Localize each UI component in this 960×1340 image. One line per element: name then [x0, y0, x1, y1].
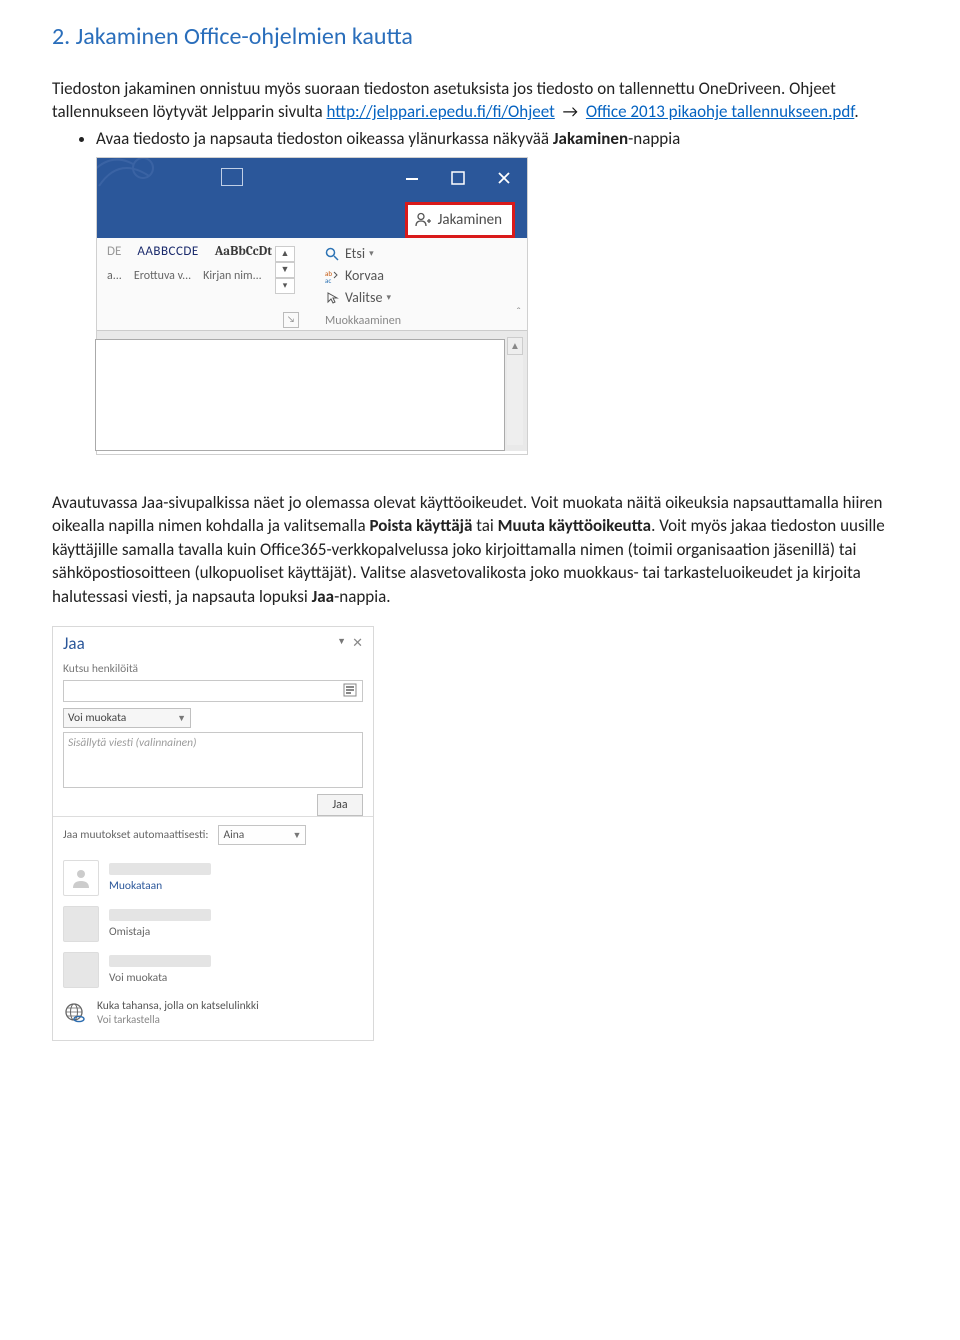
- invite-people-input[interactable]: [63, 680, 363, 702]
- pane-close-icon[interactable]: ✕: [352, 636, 363, 651]
- intro-paragraph: Tiedoston jakaminen onnistuu myös suoraa…: [52, 77, 908, 124]
- page-canvas[interactable]: [95, 339, 505, 451]
- permission-dropdown[interactable]: Voi muokata ▼: [63, 708, 191, 728]
- autoshare-label: Jaa muutokset automaattisesti:: [63, 828, 208, 842]
- message-textarea[interactable]: Sisällytä viesti (valinnainen): [63, 732, 363, 788]
- para2-b1: Poista käyttäjä: [369, 515, 472, 536]
- chevron-down-icon: ▼: [177, 713, 186, 724]
- invite-label: Kutsu henkilöitä: [53, 660, 373, 680]
- style1-preview: AABBCCDE: [137, 244, 198, 259]
- link-line1: Kuka tahansa, jolla on katselulinkki: [97, 999, 259, 1013]
- bullet1-t1: Avaa tiedosto ja napsauta tiedoston oike…: [96, 128, 553, 149]
- para2-t2: tai: [472, 515, 497, 536]
- jelppari-link[interactable]: http://jelppari.epedu.fi/fi/Ohjeet: [327, 101, 555, 122]
- replace-label: Korvaa: [345, 267, 384, 284]
- link-line2: Voi tarkastella: [97, 1013, 259, 1026]
- para2-b2: Muuta käyttöoikeutta: [498, 515, 651, 536]
- replace-button[interactable]: abac Korvaa: [325, 266, 527, 286]
- person-editing[interactable]: Muokataan: [53, 855, 373, 901]
- arrow-icon: →: [563, 101, 578, 122]
- address-book-icon[interactable]: [343, 683, 359, 697]
- document-area: ▲: [97, 331, 527, 451]
- section-title: 2. Jakaminen Office-ohjelmien kautta: [52, 22, 908, 51]
- avatar-blurred: [63, 952, 99, 988]
- bullet1-t2: -nappia: [628, 128, 680, 149]
- styles-launcher-icon[interactable]: ↘: [283, 312, 299, 328]
- chevron-down-icon: ▼: [293, 830, 302, 841]
- style2-name: Kirjan nim...: [203, 269, 262, 283]
- bullet-open-share: Avaa tiedosto ja napsauta tiedoston oike…: [96, 128, 908, 151]
- share-pane-screenshot: Jaa ▼ ✕ Kutsu henkilöitä Voi muokata ▼ S…: [52, 626, 374, 1041]
- close-button[interactable]: [481, 158, 527, 198]
- vertical-scrollbar[interactable]: ▲: [507, 337, 523, 445]
- autoshare-dropdown[interactable]: Aina ▼: [218, 825, 306, 845]
- person-role: Voi muokata: [109, 971, 211, 985]
- title-bar: [97, 158, 527, 198]
- person-role: Muokataan: [109, 879, 211, 893]
- ribbon-display-button[interactable]: [221, 168, 243, 186]
- globe-link-icon: [63, 1001, 87, 1025]
- share-bar: Jakaminen: [97, 198, 527, 238]
- share-submit-button[interactable]: Jaa: [317, 794, 363, 816]
- jakaminen-label: Jakaminen: [438, 211, 502, 229]
- person-role: Omistaja: [109, 925, 211, 939]
- avatar-blurred: [63, 906, 99, 942]
- autoshare-value: Aina: [223, 828, 244, 842]
- maximize-button[interactable]: [435, 158, 481, 198]
- ribbon: DE AABBCCDE AaBbCcDt a... Erottuva v... …: [97, 238, 527, 331]
- style-name-frag: a...: [107, 269, 122, 283]
- office2013-pdf-link[interactable]: Office 2013 pikaohje tallennukseen.pdf: [586, 101, 854, 122]
- style1-name: Erottuva v...: [134, 269, 191, 283]
- person-owner[interactable]: Omistaja: [53, 901, 373, 947]
- style2-preview: AaBbCcDt: [215, 244, 272, 259]
- share-pane-title: Jaa: [63, 633, 85, 654]
- collapse-ribbon-icon[interactable]: ˆ: [516, 306, 521, 320]
- select-label: Valitse: [345, 289, 382, 306]
- permission-value: Voi muokata: [68, 711, 126, 725]
- word-window-screenshot: Jakaminen DE AABBCCDE AaBbCcDt a... Erot…: [96, 157, 528, 455]
- jakaminen-button[interactable]: Jakaminen: [405, 202, 515, 238]
- pane-options-icon[interactable]: ▼: [337, 636, 346, 651]
- styles-scroll[interactable]: ▲▼▾: [275, 246, 293, 294]
- svg-text:ac: ac: [325, 276, 331, 283]
- person-name-redacted: [109, 863, 211, 875]
- find-button[interactable]: Etsi ▾: [325, 244, 527, 264]
- select-button[interactable]: Valitse ▾: [325, 288, 527, 308]
- avatar-icon: [63, 860, 99, 896]
- minimize-button[interactable]: [389, 158, 435, 198]
- intro-text-2: .: [854, 101, 858, 122]
- person-name-redacted: [109, 955, 211, 967]
- person-can-edit[interactable]: Voi muokata: [53, 947, 373, 993]
- editing-group: Etsi ▾ abac Korvaa Valitse ▾ Muokkaamine…: [309, 238, 527, 330]
- bullet1-bold: Jakaminen: [553, 128, 628, 149]
- para2-t4: -nappia.: [334, 586, 390, 607]
- style1-frag: DE: [107, 244, 121, 259]
- find-label: Etsi: [345, 245, 365, 262]
- titlebar-decor: [97, 158, 217, 198]
- para2-b3: Jaa: [312, 586, 334, 607]
- para2: Avautuvassa Jaa-sivupalkissa näet jo ole…: [52, 491, 908, 608]
- view-link-row[interactable]: Kuka tahansa, jolla on katselulinkki Voi…: [53, 993, 373, 1040]
- editing-caption: Muokkaaminen: [325, 314, 527, 328]
- person-name-redacted: [109, 909, 211, 921]
